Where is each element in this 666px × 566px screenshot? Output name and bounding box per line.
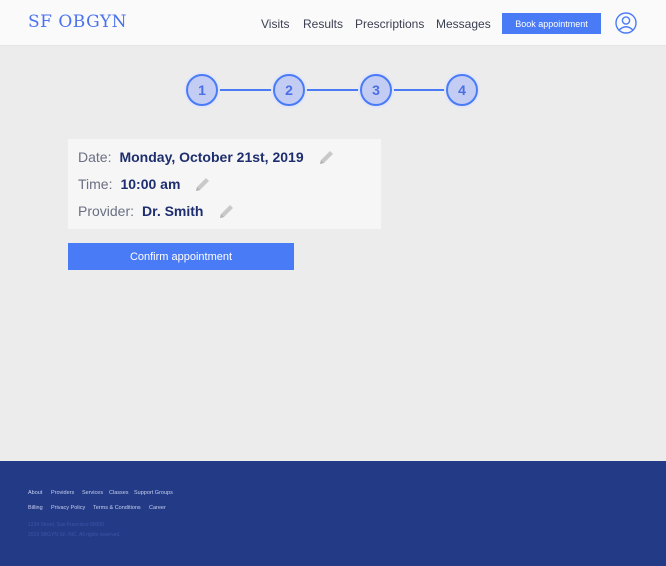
footer-link-about[interactable]: About xyxy=(28,490,42,496)
date-row: Date: Monday, October 21st, 2019 xyxy=(78,148,336,166)
appointment-summary-card: Date: Monday, October 21st, 2019 Time: 1… xyxy=(68,139,381,229)
step-connector xyxy=(218,89,274,91)
step-4[interactable]: 4 xyxy=(446,74,478,106)
time-value: 10:00 am xyxy=(120,176,181,192)
footer-copyright: 2019 SBGYN SF, INC. All rights reserved. xyxy=(28,532,121,538)
footer-link-providers[interactable]: Providers xyxy=(51,490,74,496)
footer-link-classes[interactable]: Classes xyxy=(109,490,129,496)
progress-stepper: 1 2 3 4 xyxy=(0,0,666,120)
step-connector xyxy=(305,89,361,91)
date-value: Monday, October 21st, 2019 xyxy=(119,149,304,165)
footer-link-services[interactable]: Services xyxy=(82,490,103,496)
date-label: Date: xyxy=(78,149,112,165)
pencil-icon[interactable] xyxy=(218,202,236,220)
step-1[interactable]: 1 xyxy=(186,74,218,106)
pencil-icon[interactable] xyxy=(194,175,212,193)
time-row: Time: 10:00 am xyxy=(78,175,212,193)
step-connector xyxy=(392,89,448,91)
provider-label: Provider: xyxy=(78,203,135,219)
step-2[interactable]: 2 xyxy=(273,74,305,106)
provider-value: Dr. Smith xyxy=(142,203,204,219)
footer-link-career[interactable]: Career xyxy=(149,505,166,511)
footer-address: 1234 Street, San Francisco 00000 xyxy=(28,522,104,528)
provider-row: Provider: Dr. Smith xyxy=(78,202,236,220)
footer-link-support-groups[interactable]: Support Groups xyxy=(134,490,173,496)
footer-link-privacy-policy[interactable]: Privacy Policy xyxy=(51,505,85,511)
footer-link-billing[interactable]: Billing xyxy=(28,505,43,511)
pencil-icon[interactable] xyxy=(318,148,336,166)
footer: About Providers Services Classes Support… xyxy=(0,461,666,566)
time-label: Time: xyxy=(78,176,113,192)
footer-link-terms[interactable]: Terms & Conditions xyxy=(93,505,141,511)
confirm-appointment-button[interactable]: Confirm appointment xyxy=(68,243,294,270)
step-3[interactable]: 3 xyxy=(360,74,392,106)
